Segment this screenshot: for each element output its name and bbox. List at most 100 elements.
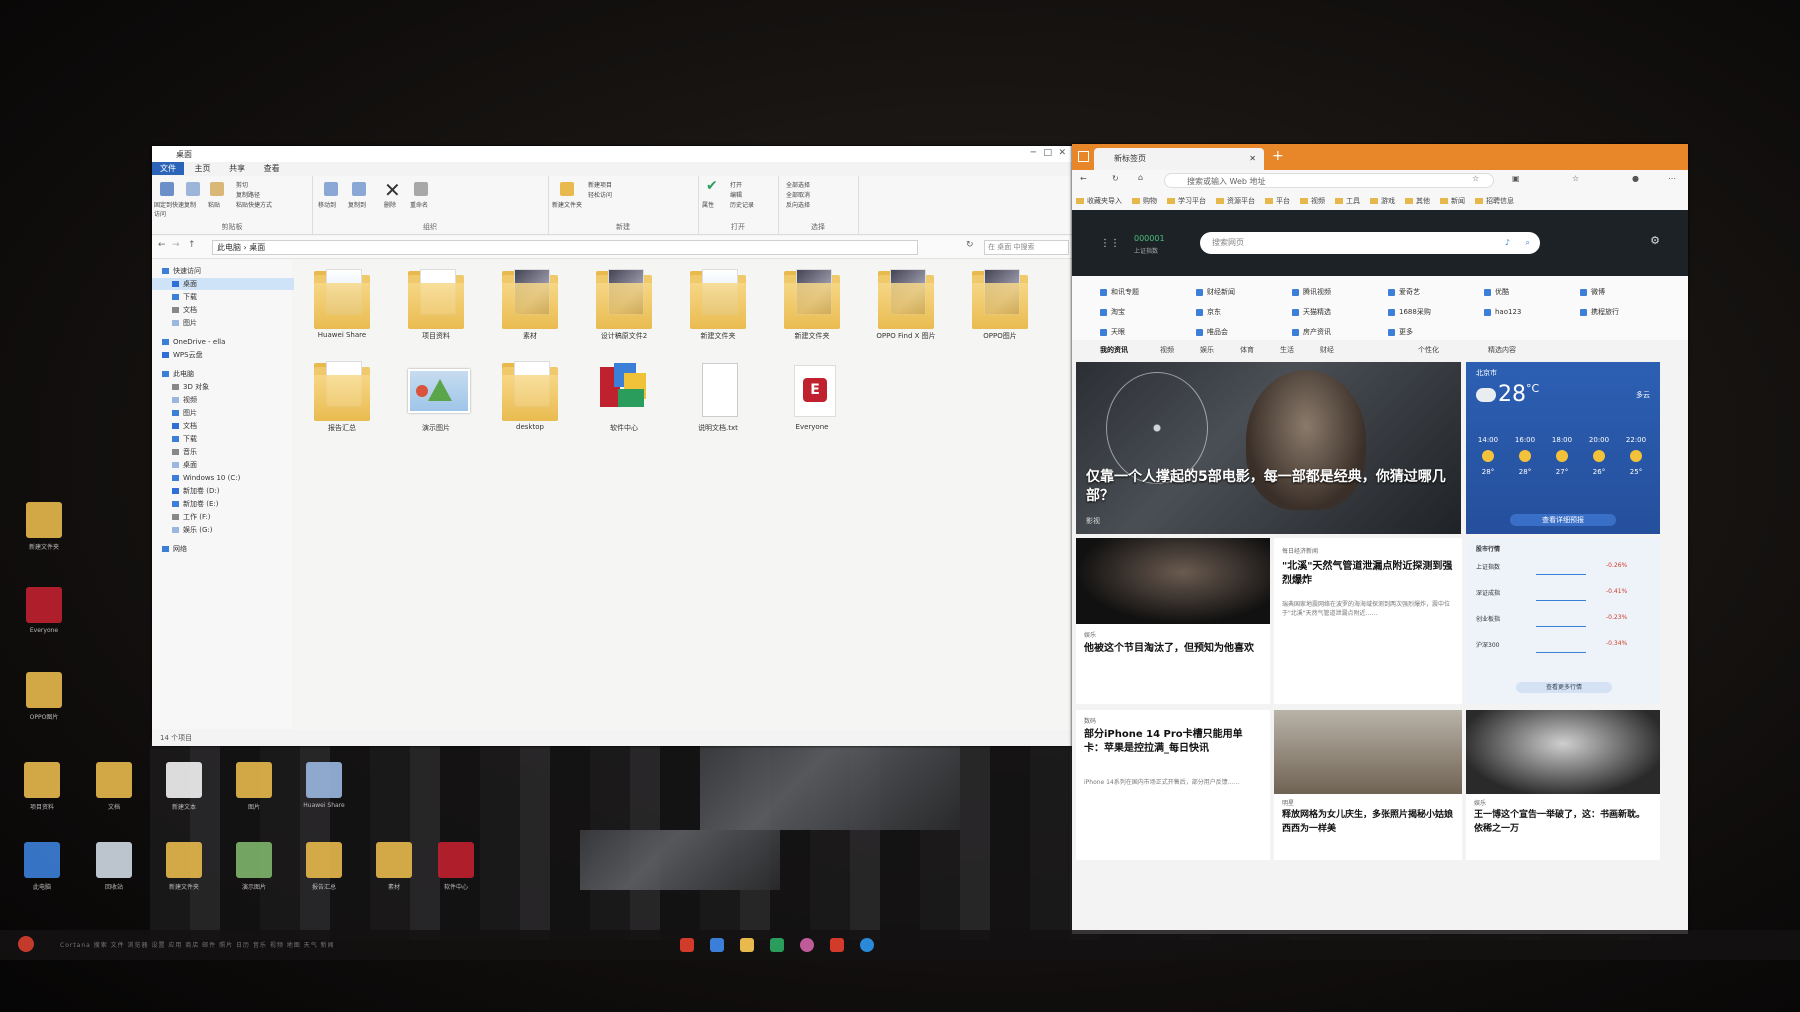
desktop-icon[interactable]: Huawei Share [302,760,346,810]
tab-actions-icon[interactable] [1078,151,1089,162]
close-tab-icon[interactable]: ✕ [1249,148,1256,170]
quick-link[interactable]: 1688采购 [1388,306,1431,318]
desktop-icon[interactable]: Everyone [22,585,66,635]
properties-icon[interactable]: ✔ [706,178,718,194]
file-item[interactable]: 报告汇总 [304,359,380,443]
pin-icon[interactable] [160,182,174,196]
stock-row[interactable]: 深证成指 -0.41% [1476,586,1646,604]
select-none-button[interactable]: 全部取消 [786,190,810,199]
nav-item[interactable]: Windows 10 (C:) [152,472,300,484]
nav-item[interactable]: 娱乐 (G:) [152,524,300,536]
new-item-button[interactable]: 新建项目 [588,180,612,189]
favorite-link[interactable]: 资源平台 [1216,196,1255,206]
favorite-link[interactable]: 其他 [1405,196,1430,206]
nav-item[interactable]: 图片 [152,407,300,419]
stock-row[interactable]: 上证指数 -0.26% [1476,560,1646,578]
desktop-icon[interactable]: 报告汇总 [302,840,346,891]
file-item[interactable]: 软件中心 [586,359,662,443]
nav-item[interactable]: 此电脑 [152,368,290,380]
quick-link[interactable]: 更多 [1388,326,1413,338]
news-card[interactable]: 明星 释放网格为女儿庆生，多张照片揭秘小姑娘西西为一样美 [1274,710,1462,860]
collections-icon[interactable]: ☆ [1572,174,1579,183]
stock-widget[interactable]: 股市行情 上证指数 -0.26% 深证成指 -0.41% 创业板指 -0.23% 沪深300 -… [1466,538,1660,704]
apps-grid-icon[interactable]: ⋮⋮ [1100,238,1120,249]
nav-item[interactable]: 新加卷 (E:) [152,498,300,510]
url-input[interactable]: 搜索或输入 Web 地址 [1164,173,1494,188]
easy-access-button[interactable]: 轻松访问 [588,190,612,199]
nav-item[interactable]: 下载 [152,291,300,303]
open-button[interactable]: 打开 [730,180,742,189]
paste-shortcut-button[interactable]: 粘贴快捷方式 [236,200,272,209]
news-card[interactable]: 数码 部分iPhone 14 Pro卡槽只能用单卡：苹果是控拉满_每日快讯 iPho… [1076,710,1270,860]
delete-icon[interactable]: ✕ [384,178,401,202]
feed-tab[interactable]: 财经 [1320,345,1334,355]
favorite-link[interactable]: 视频 [1300,196,1325,206]
quick-link[interactable]: 京东 [1196,306,1221,318]
desktop-icon[interactable]: 素材 [372,840,416,891]
desktop-icon[interactable]: 新建文件夹 [162,840,206,891]
invert-selection-button[interactable]: 反向选择 [786,200,810,209]
file-item[interactable]: 素材 [492,267,568,351]
nav-item[interactable]: 下载 [152,433,300,445]
refresh-icon[interactable]: ↻ [1112,174,1119,183]
nav-item[interactable]: 工作 (F:) [152,511,300,523]
hero-article[interactable]: 仅靠一个人撑起的5部电影，每一部都是经典，你猜过哪几部？ 影视 [1076,362,1461,534]
new-folder-icon[interactable] [560,182,574,196]
quick-link[interactable]: 和讯专题 [1100,286,1139,298]
file-item[interactable]: desktop [492,359,568,443]
more-icon[interactable]: ⋯ [1668,174,1676,183]
desktop-icon[interactable]: 此电脑 [20,840,64,891]
back-icon[interactable]: ← [158,240,166,250]
nav-item[interactable]: 网络 [152,543,290,555]
start-icon[interactable] [18,936,34,952]
news-card[interactable]: 娱乐 他被这个节目淘汰了，但预知为他喜欢 [1076,538,1270,704]
copy-icon[interactable] [186,182,200,196]
store-icon[interactable] [770,938,784,952]
file-item[interactable]: Huawei Share [304,267,380,351]
history-button[interactable]: 历史记录 [730,200,754,209]
minimize-icon[interactable]: ─ [1031,148,1036,158]
nav-item[interactable]: WPS云盘 [152,349,290,361]
nav-item[interactable]: 桌面 [152,459,300,471]
favorite-link[interactable]: 学习平台 [1167,196,1206,206]
nav-item[interactable]: 新加卷 (D:) [152,485,300,497]
desktop-icon[interactable]: 演示图片 [232,840,276,891]
mail-icon[interactable] [710,938,724,952]
news-card[interactable]: 每日经济新闻 "北溪"天然气管道泄漏点附近探测到强烈爆炸 瑞典国家地震网络在波罗的海… [1274,538,1462,704]
feed-tab[interactable]: 我的资讯 [1100,345,1128,355]
office-icon[interactable] [830,938,844,952]
nav-item[interactable]: 3D 对象 [152,381,300,393]
file-item[interactable]: 新建文件夹 [774,267,850,351]
address-input[interactable]: 此电脑 › 桌面 [212,240,918,255]
select-all-button[interactable]: 全部选择 [786,180,810,189]
edge-icon[interactable] [860,938,874,952]
favorite-link[interactable]: 游戏 [1370,196,1395,206]
quick-link[interactable]: 微博 [1580,286,1605,298]
file-item[interactable]: OPPO图片 [962,267,1038,351]
edit-button[interactable]: 编辑 [730,190,742,199]
favorite-link[interactable]: 招聘信息 [1475,196,1514,206]
favorite-link[interactable]: 工具 [1335,196,1360,206]
quick-link[interactable]: 唯品会 [1196,326,1228,338]
refresh-icon[interactable]: ↻ [966,240,974,250]
back-icon[interactable]: ← [1080,174,1087,183]
new-tab-icon[interactable]: + [1272,148,1284,164]
gear-icon[interactable]: ⚙ [1650,234,1660,247]
favorite-link[interactable]: 平台 [1265,196,1290,206]
quick-link[interactable]: 腾讯视频 [1292,286,1331,298]
favorite-link[interactable]: 购物 [1132,196,1157,206]
quick-link[interactable]: 淘宝 [1100,306,1125,318]
stock-row[interactable]: 创业板指 -0.23% [1476,612,1646,630]
search-icon[interactable]: ⌕ [1526,232,1530,254]
nav-item[interactable]: 文档 [152,420,300,432]
news-card[interactable]: 娱乐 王一博这个宣告一举破了，这：书画新耽。依稀之一万 [1466,710,1660,860]
photos-icon[interactable] [800,938,814,952]
forward-icon[interactable]: → [172,240,180,250]
stock-code[interactable]: 000001 [1134,234,1165,243]
home-icon[interactable]: ⌂ [1138,173,1143,182]
tab-home[interactable]: 主页 [187,162,219,175]
desktop-icon[interactable]: 新建文件夹 [22,500,66,551]
quick-link[interactable]: 爱奇艺 [1388,286,1420,298]
desktop-icon[interactable]: OPPO图片 [22,670,66,721]
tab-view[interactable]: 查看 [256,162,288,175]
